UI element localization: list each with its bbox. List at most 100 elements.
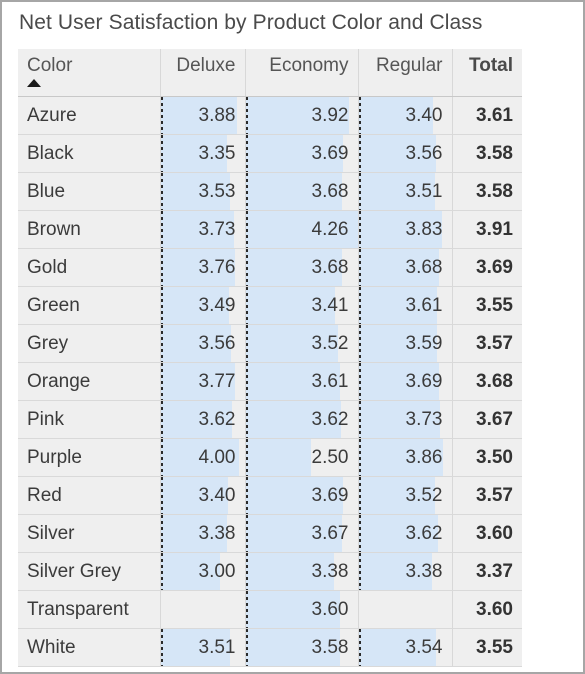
data-cell-economy[interactable]: 3.69 xyxy=(245,134,359,173)
data-cell-regular[interactable]: 3.68 xyxy=(358,248,453,287)
row-header-cell-color[interactable]: Pink xyxy=(18,400,161,439)
data-cell-regular[interactable]: 3.61 xyxy=(358,286,453,325)
data-cell-total[interactable]: 3.55 xyxy=(452,286,522,325)
data-cell-economy[interactable]: 3.61 xyxy=(245,362,359,401)
data-cell-regular[interactable]: 3.59 xyxy=(358,324,453,363)
data-cell-total[interactable]: 3.58 xyxy=(452,172,522,211)
cell-value-deluxe: 3.49 xyxy=(198,295,236,316)
data-cell-deluxe[interactable]: 3.73 xyxy=(160,210,246,249)
row-header-cell-color[interactable]: Azure xyxy=(18,96,161,135)
table-row[interactable]: Azure 3.88 3.92 3.40 3.61 xyxy=(18,96,522,135)
data-cell-deluxe[interactable]: 3.00 xyxy=(160,552,246,591)
data-cell-deluxe[interactable]: 3.62 xyxy=(160,400,246,439)
row-header-cell-color[interactable]: Orange xyxy=(18,362,161,401)
data-cell-deluxe[interactable]: 3.76 xyxy=(160,248,246,287)
row-header-cell-color[interactable]: Transparent xyxy=(18,590,161,629)
table-row[interactable]: Orange 3.77 3.61 3.69 3.68 xyxy=(18,362,522,401)
data-cell-regular[interactable]: 3.69 xyxy=(358,362,453,401)
data-cell-total[interactable]: 3.69 xyxy=(452,248,522,287)
data-cell-economy[interactable]: 3.68 xyxy=(245,248,359,287)
row-header-cell-color[interactable]: Gold xyxy=(18,248,161,287)
data-cell-economy[interactable]: 3.60 xyxy=(245,590,359,629)
data-cell-regular[interactable]: 3.54 xyxy=(358,628,453,667)
row-header-cell-color[interactable]: Brown xyxy=(18,210,161,249)
data-cell-economy[interactable]: 3.67 xyxy=(245,514,359,553)
data-cell-regular[interactable]: 3.51 xyxy=(358,172,453,211)
row-header-cell-color[interactable]: Grey xyxy=(18,324,161,363)
data-cell-regular[interactable]: 3.52 xyxy=(358,476,453,515)
data-cell-regular[interactable]: 3.86 xyxy=(358,438,453,477)
data-cell-economy[interactable]: 3.92 xyxy=(245,96,359,135)
data-cell-deluxe[interactable]: 3.77 xyxy=(160,362,246,401)
column-header-total[interactable]: Total xyxy=(452,49,522,97)
data-cell-deluxe[interactable]: 3.40 xyxy=(160,476,246,515)
row-header-cell-color[interactable]: Purple xyxy=(18,438,161,477)
column-header-deluxe[interactable]: Deluxe xyxy=(160,49,246,97)
column-header-total-label: Total xyxy=(469,55,513,76)
data-cell-total[interactable]: 3.55 xyxy=(452,628,522,667)
data-cell-deluxe[interactable]: 3.49 xyxy=(160,286,246,325)
row-header-cell-color[interactable]: Silver xyxy=(18,514,161,553)
data-cell-deluxe[interactable]: 3.53 xyxy=(160,172,246,211)
data-cell-total[interactable]: 3.60 xyxy=(452,514,522,553)
data-cell-deluxe[interactable]: 3.38 xyxy=(160,514,246,553)
table-row[interactable]: Gold 3.76 3.68 3.68 3.69 xyxy=(18,248,522,287)
data-cell-total[interactable]: 3.58 xyxy=(452,134,522,173)
data-cell-economy[interactable]: 3.41 xyxy=(245,286,359,325)
column-header-color[interactable]: Color xyxy=(18,49,161,97)
matrix-table-container[interactable]: Color Deluxe Economy Regular Total Azure… xyxy=(18,49,522,667)
data-cell-total[interactable]: 3.60 xyxy=(452,590,522,629)
data-cell-economy[interactable]: 3.68 xyxy=(245,172,359,211)
data-cell-economy[interactable]: 3.62 xyxy=(245,400,359,439)
row-header-cell-color[interactable]: Red xyxy=(18,476,161,515)
data-cell-deluxe[interactable]: 3.51 xyxy=(160,628,246,667)
column-header-regular[interactable]: Regular xyxy=(358,49,453,97)
data-cell-total[interactable]: 3.57 xyxy=(452,476,522,515)
column-header-economy[interactable]: Economy xyxy=(245,49,359,97)
data-cell-economy[interactable]: 3.58 xyxy=(245,628,359,667)
cell-value-economy: 3.62 xyxy=(311,409,349,430)
row-header-cell-color[interactable]: White xyxy=(18,628,161,667)
table-row[interactable]: Purple 4.00 2.50 3.86 3.50 xyxy=(18,438,522,477)
row-header-cell-color[interactable]: Black xyxy=(18,134,161,173)
sort-ascending-icon[interactable] xyxy=(27,79,41,87)
data-cell-deluxe[interactable]: 3.56 xyxy=(160,324,246,363)
data-cell-economy[interactable]: 3.52 xyxy=(245,324,359,363)
data-cell-deluxe[interactable]: 3.88 xyxy=(160,96,246,135)
table-row[interactable]: Pink 3.62 3.62 3.73 3.67 xyxy=(18,400,522,439)
row-header-cell-color[interactable]: Blue xyxy=(18,172,161,211)
data-cell-total[interactable]: 3.50 xyxy=(452,438,522,477)
data-cell-total[interactable]: 3.37 xyxy=(452,552,522,591)
table-row[interactable]: Green 3.49 3.41 3.61 3.55 xyxy=(18,286,522,325)
data-cell-deluxe[interactable]: 3.35 xyxy=(160,134,246,173)
table-row[interactable]: Red 3.40 3.69 3.52 3.57 xyxy=(18,476,522,515)
data-cell-regular[interactable]: 3.62 xyxy=(358,514,453,553)
table-row[interactable]: Silver 3.38 3.67 3.62 3.60 xyxy=(18,514,522,553)
table-row[interactable]: Grey 3.56 3.52 3.59 3.57 xyxy=(18,324,522,363)
data-cell-regular[interactable]: 3.38 xyxy=(358,552,453,591)
data-cell-total[interactable]: 3.67 xyxy=(452,400,522,439)
data-cell-economy[interactable]: 2.50 xyxy=(245,438,359,477)
table-row[interactable]: Transparent 3.60 3.60 xyxy=(18,590,522,629)
data-cell-total[interactable]: 3.57 xyxy=(452,324,522,363)
table-row[interactable]: White 3.51 3.58 3.54 3.55 xyxy=(18,628,522,667)
data-cell-economy[interactable]: 4.26 xyxy=(245,210,359,249)
data-cell-regular[interactable]: 3.73 xyxy=(358,400,453,439)
data-cell-total[interactable]: 3.61 xyxy=(452,96,522,135)
data-cell-regular[interactable] xyxy=(358,590,453,629)
table-row[interactable]: Black 3.35 3.69 3.56 3.58 xyxy=(18,134,522,173)
data-cell-total[interactable]: 3.68 xyxy=(452,362,522,401)
data-cell-regular[interactable]: 3.56 xyxy=(358,134,453,173)
data-cell-deluxe[interactable] xyxy=(160,590,246,629)
table-row[interactable]: Silver Grey 3.00 3.38 3.38 3.37 xyxy=(18,552,522,591)
data-cell-economy[interactable]: 3.38 xyxy=(245,552,359,591)
data-cell-economy[interactable]: 3.69 xyxy=(245,476,359,515)
data-cell-regular[interactable]: 3.40 xyxy=(358,96,453,135)
row-header-cell-color[interactable]: Silver Grey xyxy=(18,552,161,591)
table-row[interactable]: Blue 3.53 3.68 3.51 3.58 xyxy=(18,172,522,211)
row-header-cell-color[interactable]: Green xyxy=(18,286,161,325)
data-cell-total[interactable]: 3.91 xyxy=(452,210,522,249)
data-cell-deluxe[interactable]: 4.00 xyxy=(160,438,246,477)
table-row[interactable]: Brown 3.73 4.26 3.83 3.91 xyxy=(18,210,522,249)
data-cell-regular[interactable]: 3.83 xyxy=(358,210,453,249)
